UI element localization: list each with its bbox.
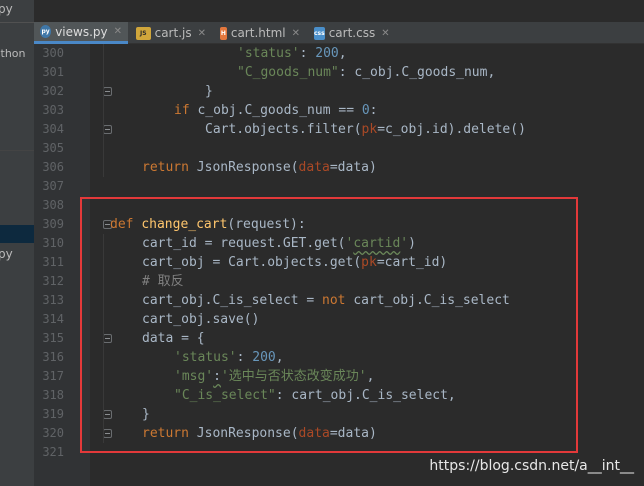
- project-tree-item[interactable]: py: [0, 247, 13, 261]
- watermark: https://blog.csdn.net/a__int__: [429, 458, 634, 474]
- line-number: 302: [42, 84, 64, 98]
- code-line-314: cart_obj.save(): [142, 312, 260, 327]
- indent-guide: [103, 44, 104, 177]
- panel-divider: [0, 150, 34, 151]
- line-number: 305: [42, 141, 64, 155]
- close-icon[interactable]: ✕: [292, 28, 300, 39]
- line-number: 303: [42, 103, 64, 117]
- code-line-319: }: [142, 407, 150, 422]
- tab-views-py[interactable]: py views.py ✕: [34, 22, 128, 44]
- code-editor[interactable]: 'status': 200, "C_goods_num": c_obj.C_go…: [90, 44, 644, 486]
- code-line-306: return JsonResponse(data=data): [142, 160, 377, 175]
- code-line-303: if c_obj.C_goods_num == 0:: [174, 103, 378, 118]
- line-number: 308: [42, 198, 64, 212]
- line-number: 314: [42, 312, 64, 326]
- code-line-300: 'status': 200,: [237, 46, 347, 61]
- tab-cart-css[interactable]: css cart.css ✕: [308, 22, 394, 44]
- line-number: 313: [42, 293, 64, 307]
- code-line-310: cart_id = request.GET.get('cartid'): [142, 236, 416, 251]
- tab-label: cart.html: [230, 26, 286, 40]
- project-tree-item[interactable]: ython: [0, 47, 26, 60]
- line-number: 319: [42, 407, 64, 421]
- tab-label: cart.css: [328, 26, 376, 40]
- line-number: 311: [42, 255, 64, 269]
- panel-divider: [0, 22, 34, 23]
- line-number: 300: [42, 46, 64, 60]
- tab-label: cart.js: [154, 26, 192, 40]
- close-icon[interactable]: ✕: [114, 26, 122, 37]
- code-line-304: Cart.objects.filter(pk=c_obj.id).delete(…: [205, 122, 526, 137]
- tab-label: views.py: [55, 24, 108, 39]
- code-line-309: def change_cart(request):: [110, 217, 306, 232]
- code-line-302: }: [205, 84, 213, 99]
- line-number: 301: [42, 65, 64, 79]
- project-panel: py ython py: [0, 0, 34, 486]
- line-number: 309: [42, 217, 64, 231]
- indent-guide: [103, 234, 104, 443]
- tab-cart-js[interactable]: JS cart.js ✕: [130, 22, 212, 44]
- line-number: 315: [42, 331, 64, 345]
- line-number: 306: [42, 160, 64, 174]
- project-tree-selected-item[interactable]: [0, 225, 34, 243]
- code-line-313: cart_obj.C_is_select = not cart_obj.C_is…: [142, 293, 510, 308]
- editor-tab-bar: py views.py ✕ JS cart.js ✕ H cart.html ✕…: [34, 22, 644, 44]
- js-file-icon: JS: [136, 26, 151, 40]
- code-line-316: 'status': 200,: [174, 350, 284, 365]
- code-line-312: # 取反: [142, 274, 184, 289]
- line-number: 316: [42, 350, 64, 364]
- line-number: 304: [42, 122, 64, 136]
- code-line-317: 'msg':'选中与否状态改变成功',: [174, 369, 375, 384]
- tab-cart-html[interactable]: H cart.html ✕: [214, 22, 306, 44]
- html-file-icon: H: [220, 26, 227, 40]
- code-line-318: "C_is_select": cart_obj.C_is_select,: [174, 388, 456, 403]
- code-line-320: return JsonResponse(data=data): [142, 426, 377, 441]
- line-number: 312: [42, 274, 64, 288]
- project-panel-fragment: py: [0, 2, 13, 16]
- code-line-311: cart_obj = Cart.objects.get(pk=cart_id): [142, 255, 448, 270]
- css-file-icon: css: [314, 26, 325, 40]
- python-file-icon: py: [40, 25, 52, 38]
- line-number: 317: [42, 369, 64, 383]
- line-number: 318: [42, 388, 64, 402]
- code-line-315: data = {: [142, 331, 205, 346]
- line-number-gutter: 300 301 302 303 304 305 306 307 308 309 …: [34, 44, 112, 486]
- close-icon[interactable]: ✕: [198, 28, 206, 39]
- line-number: 307: [42, 179, 64, 193]
- code-line-301: "C_goods_num": c_obj.C_goods_num,: [237, 65, 496, 80]
- line-number: 310: [42, 236, 64, 250]
- line-number: 320: [42, 426, 64, 440]
- line-number: 321: [42, 445, 64, 459]
- close-icon[interactable]: ✕: [381, 28, 389, 39]
